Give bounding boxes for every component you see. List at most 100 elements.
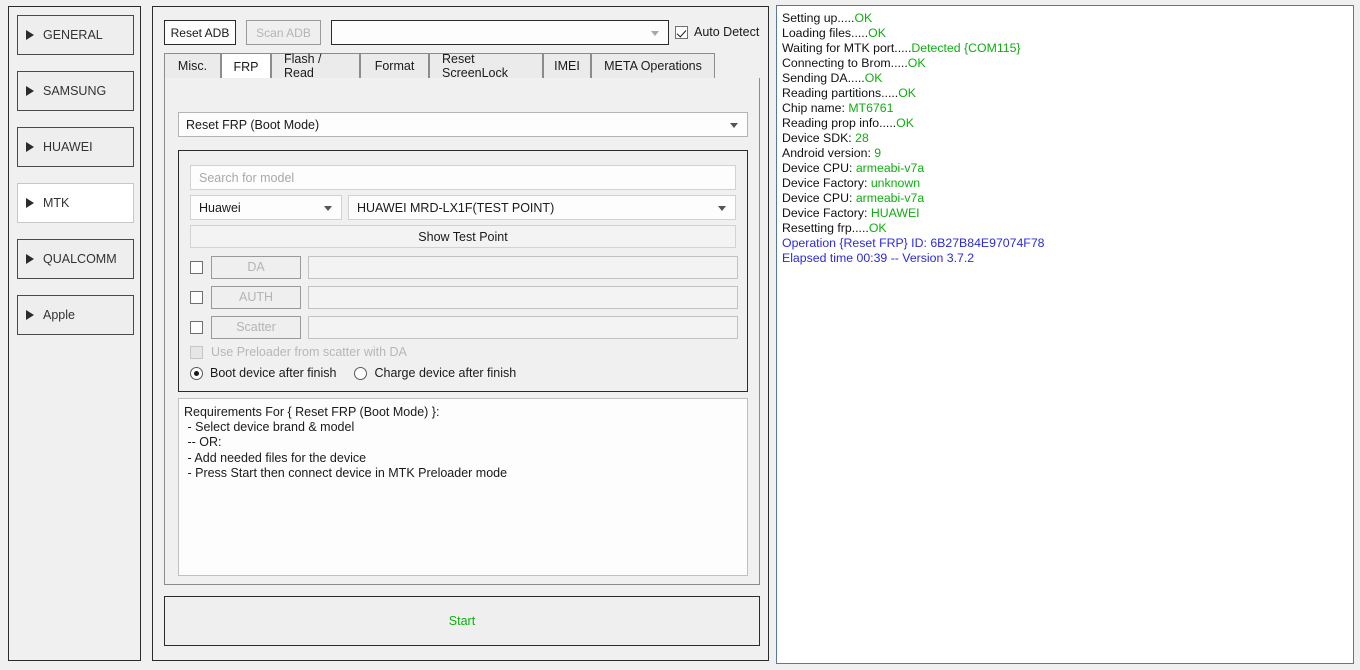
- da-checkbox[interactable]: [190, 260, 203, 274]
- model-select-value: HUAWEI MRD-LX1F(TEST POINT): [357, 200, 555, 215]
- log-line-value: OK: [868, 221, 887, 235]
- log-line: Waiting for MTK port.....Detected {COM11…: [782, 41, 1353, 56]
- tab-imei[interactable]: IMEI: [543, 53, 591, 79]
- brand-select-value: Huawei: [199, 200, 241, 215]
- log-line: Operation {Reset FRP} ID: 6B27B84E97074F…: [782, 236, 1353, 251]
- log-line: Reading prop info.....OK: [782, 116, 1353, 131]
- use-preloader-label: Use Preloader from scatter with DA: [211, 345, 407, 359]
- search-model-placeholder: Search for model: [199, 170, 295, 185]
- operation-select[interactable]: Reset FRP (Boot Mode): [178, 112, 748, 137]
- log-line: Device Factory: unknown: [782, 176, 1353, 191]
- log-line-value: 9: [874, 146, 882, 160]
- log-line-text: Reading partitions.....: [782, 86, 899, 100]
- log-line: Setting up.....OK: [782, 11, 1353, 26]
- log-line-text: Operation {Reset FRP} ID: 6B27B84E97074F…: [782, 236, 1045, 250]
- sidebar-item-label: HUAWEI: [43, 140, 93, 154]
- chevron-right-icon: [26, 254, 34, 264]
- search-model-input[interactable]: Search for model: [190, 165, 736, 190]
- log-line-value: HUAWEI: [870, 206, 920, 220]
- log-line: Elapsed time 00:39 -- Version 3.7.2: [782, 251, 1353, 266]
- start-button[interactable]: Start: [164, 596, 760, 646]
- tab-label: Flash / Read: [284, 52, 322, 80]
- chevron-right-icon: [26, 198, 34, 208]
- log-line: Loading files.....OK: [782, 26, 1353, 41]
- tab-label: META Operations: [604, 59, 702, 73]
- da-path-input[interactable]: [308, 255, 738, 279]
- tab-label: Misc.: [177, 59, 208, 73]
- sidebar-item-general[interactable]: GENERAL: [17, 15, 134, 55]
- sidebar-item-label: SAMSUNG: [43, 84, 107, 98]
- chevron-right-icon: [26, 310, 34, 320]
- use-preloader-toggle[interactable]: Use Preloader from scatter with DA: [190, 345, 407, 359]
- tab-format[interactable]: Format: [360, 53, 429, 79]
- operation-select-value: Reset FRP (Boot Mode): [186, 117, 320, 132]
- log-line-text: Chip name:: [782, 101, 849, 115]
- brand-select[interactable]: Huawei: [190, 195, 342, 220]
- boot-device-radio[interactable]: [190, 366, 203, 380]
- auth-path-input[interactable]: [308, 285, 738, 309]
- requirement-line: - Press Start then connect device in MTK…: [184, 465, 508, 480]
- chevron-down-icon: [651, 30, 659, 36]
- charge-device-radio[interactable]: [354, 366, 368, 380]
- log-line-value: armeabi-v7a: [855, 161, 925, 175]
- tab-label: Format: [374, 59, 415, 73]
- log-line: Sending DA.....OK: [782, 71, 1353, 86]
- boot-device-label: Boot device after finish: [210, 366, 337, 380]
- sidebar: GENERAL SAMSUNG HUAWEI MTK QUALCOMM Apple: [8, 6, 141, 661]
- sidebar-item-huawei[interactable]: HUAWEI: [17, 127, 134, 167]
- requirement-line: - Add needed files for the device: [184, 450, 367, 465]
- log-line-value: OK: [898, 86, 916, 100]
- tab-label: Reset ScreenLock: [442, 52, 509, 80]
- log-line-text: Android version:: [782, 146, 875, 160]
- tab-misc[interactable]: Misc.: [164, 53, 221, 79]
- log-line: Reading partitions.....OK: [782, 86, 1353, 101]
- da-browse-button[interactable]: DA: [211, 255, 301, 279]
- sidebar-item-qualcomm[interactable]: QUALCOMM: [17, 239, 134, 279]
- log-line: Device CPU: armeabi-v7a: [782, 191, 1353, 206]
- reset-adb-button[interactable]: Reset ADB: [164, 20, 236, 45]
- tab-reset-screenlock[interactable]: Reset ScreenLock: [429, 52, 543, 80]
- tab-frp[interactable]: FRP: [221, 53, 271, 80]
- sidebar-item-samsung[interactable]: SAMSUNG: [17, 71, 134, 111]
- log-line-value: OK: [868, 26, 886, 40]
- scan-adb-button[interactable]: Scan ADB: [246, 20, 321, 45]
- log-line-text: Loading files.....: [782, 26, 869, 40]
- file-row: DA: [190, 255, 738, 279]
- tab-strip: Misc. FRP Flash / Read Format Reset ScreenLo…: [164, 52, 760, 80]
- log-line-value: 28: [855, 131, 869, 145]
- auth-checkbox[interactable]: [190, 290, 203, 304]
- show-test-point-button[interactable]: Show Test Point: [190, 225, 736, 248]
- auth-browse-button[interactable]: AUTH: [211, 285, 301, 309]
- scatter-browse-button[interactable]: Scatter: [211, 315, 301, 339]
- after-finish-radio-group: Boot device after finish Charge device a…: [190, 366, 516, 380]
- sidebar-item-mtk[interactable]: MTK: [17, 183, 134, 223]
- model-selection-group: Search for model Huawei HUAWEI MRD-LX1F(…: [178, 150, 748, 392]
- model-select[interactable]: HUAWEI MRD-LX1F(TEST POINT): [348, 195, 736, 220]
- auto-detect-toggle[interactable]: Auto Detect: [675, 25, 759, 39]
- sidebar-item-label: MTK: [43, 196, 70, 210]
- frp-tab-pane: Reset FRP (Boot Mode) Search for model H…: [164, 78, 760, 585]
- log-panel[interactable]: Setting up.....OK Loading files.....OK Wai…: [776, 5, 1354, 664]
- log-line-text: Device Factory:: [782, 176, 871, 190]
- device-select[interactable]: [331, 20, 669, 45]
- scatter-checkbox[interactable]: [190, 320, 203, 334]
- auto-detect-checkbox[interactable]: [675, 25, 688, 39]
- chevron-right-icon: [26, 86, 34, 96]
- tab-meta-operations[interactable]: META Operations: [591, 53, 715, 79]
- log-line-value: OK: [854, 11, 873, 25]
- log-line-text: Device CPU:: [782, 191, 856, 205]
- log-line: Connecting to Brom.....OK: [782, 56, 1353, 71]
- chevron-down-icon: [324, 205, 332, 211]
- file-row: AUTH: [190, 285, 738, 309]
- log-line: Device CPU: armeabi-v7a: [782, 161, 1353, 176]
- log-line-text: Resetting frp.....: [782, 221, 869, 235]
- scatter-path-input[interactable]: [308, 315, 738, 339]
- tab-flash-read[interactable]: Flash / Read: [271, 52, 360, 80]
- sidebar-item-label: QUALCOMM: [43, 252, 117, 266]
- chevron-down-icon: [730, 122, 738, 128]
- use-preloader-checkbox[interactable]: [190, 345, 203, 359]
- requirement-line: Requirements For { Reset FRP (Boot Mode)…: [184, 405, 440, 419]
- sidebar-item-apple[interactable]: Apple: [17, 295, 134, 335]
- log-line-text: Connecting to Brom.....: [782, 56, 908, 70]
- log-line: Device Factory: HUAWEI: [782, 206, 1353, 221]
